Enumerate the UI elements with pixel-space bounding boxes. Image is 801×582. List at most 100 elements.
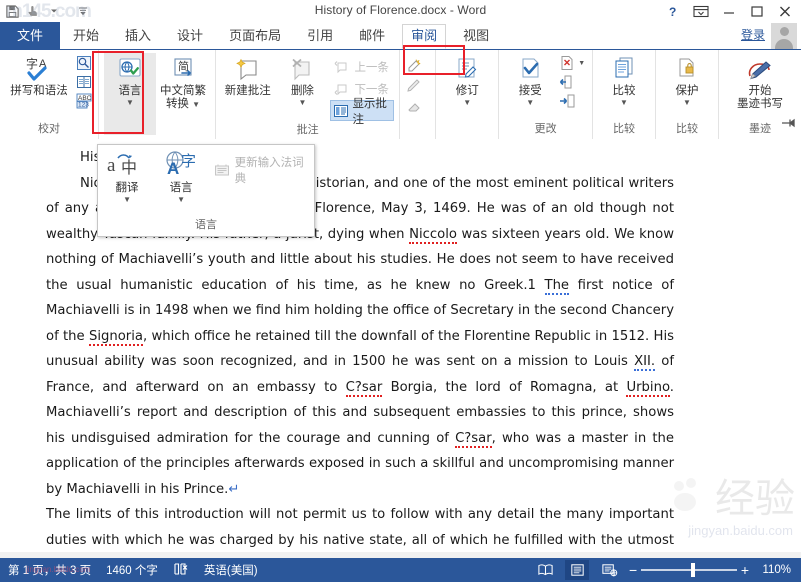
zoom-handle[interactable]	[690, 563, 695, 577]
ink-pen-icon[interactable]	[405, 76, 423, 94]
reject-icon[interactable]	[558, 54, 576, 72]
word-window: History of Florence.docx - Word ? 文件 开始 …	[0, 0, 801, 582]
print-layout-button[interactable]	[565, 560, 589, 580]
svg-text:a: a	[107, 155, 116, 176]
ribbon-display-options-icon[interactable]	[687, 2, 715, 20]
close-icon[interactable]	[771, 2, 799, 20]
language-menu-item[interactable]: A 字 语言 ▼	[160, 149, 202, 204]
svg-text:123: 123	[78, 102, 89, 109]
translate-menu-label: 翻译	[115, 182, 139, 194]
track-changes-button[interactable]: 修订 ▼	[441, 53, 493, 108]
track-changes-caret-icon[interactable]: ▼	[463, 99, 471, 107]
word-count-icon[interactable]: ABC 123	[75, 92, 93, 110]
new-comment-button[interactable]: 新建批注	[221, 53, 274, 100]
language-dropdown-menu[interactable]: a 中 翻译 ▼ A 字 语言 ▼ 更新输入法词典 语言	[97, 144, 315, 237]
chinese-conversion-label2: 转换 ▼	[165, 98, 201, 110]
language-button-caret-icon[interactable]: ▼	[126, 99, 134, 107]
tab-view[interactable]: 视图	[450, 22, 502, 49]
next-change-icon[interactable]	[558, 92, 576, 110]
dropdown-group-label: 语言	[195, 219, 217, 231]
previous-comment-button: 上一条	[330, 56, 394, 77]
define-icon[interactable]	[75, 54, 93, 72]
track-changes-label: 修订	[455, 85, 479, 97]
ribbon-group-protect: 保护 ▼ 比较	[656, 50, 719, 139]
accept-caret-icon[interactable]: ▼	[526, 99, 534, 107]
ink-eraser-icon[interactable]	[405, 97, 423, 115]
start-inking-button[interactable]: 开始 墨迹书写	[724, 53, 796, 113]
ime-dictionary-icon	[214, 161, 230, 179]
accept-label: 接受	[518, 85, 542, 97]
zoom-in-button[interactable]: +	[741, 563, 749, 577]
read-mode-button[interactable]	[533, 560, 557, 580]
tab-file[interactable]: 文件	[0, 22, 61, 49]
reject-caret-icon[interactable]: ▼	[578, 60, 585, 67]
accept-button[interactable]: 接受 ▼	[504, 53, 556, 108]
help-icon[interactable]: ?	[659, 2, 687, 20]
zoom-slider[interactable]: − +	[629, 563, 749, 577]
zoom-track[interactable]	[641, 563, 737, 577]
translate-a-chinese-icon: a 中	[106, 149, 148, 179]
word-count[interactable]: 1460 个字	[106, 562, 158, 578]
delete-comment-caret-icon[interactable]: ▼	[298, 99, 306, 107]
compare-caret-icon[interactable]: ▼	[620, 99, 628, 107]
protect-caret-icon[interactable]: ▼	[683, 99, 691, 107]
translate-menu-item[interactable]: a 中 翻译 ▼	[106, 149, 148, 204]
svg-text:中: 中	[121, 158, 137, 177]
compare-docs-icon	[609, 55, 639, 85]
new-comment-icon	[233, 55, 263, 85]
ribbon-group-proofing: 字 A 拼写和语法 ABC 123 校对	[0, 50, 99, 139]
tab-design[interactable]: 设计	[164, 22, 216, 49]
spelling-grammar-label: 拼写和语法	[10, 85, 68, 97]
web-layout-button[interactable]	[597, 560, 621, 580]
show-comments-button[interactable]: 显示批注	[330, 98, 395, 126]
minimize-icon[interactable]	[715, 2, 743, 20]
status-bar: 第 1 页，共 3 页 1460 个字 英语(美国) − + 110%	[0, 558, 801, 582]
language-button[interactable]: 语言 ▼	[104, 53, 156, 135]
maximize-icon[interactable]	[743, 2, 771, 20]
misspelled-word: C?sar	[345, 379, 383, 397]
watermark-url: jingyan.baidu.com	[688, 523, 793, 538]
new-comment-label: 新建批注	[224, 85, 271, 97]
misspelled-word: Signoria	[88, 328, 143, 346]
misspelled-word: C?sar	[455, 430, 492, 448]
chinese-conversion-button[interactable]: 简 中文简繁 转换 ▼	[156, 53, 210, 113]
start-inking-label: 开始	[748, 85, 772, 97]
collapse-ribbon-pin-icon[interactable]	[781, 116, 795, 134]
tab-home[interactable]: 开始	[60, 22, 112, 49]
grammar-flagged-word: The	[544, 277, 570, 295]
grammar-flagged-word: XII.	[634, 354, 656, 371]
watermark-top: m145.com	[6, 1, 92, 22]
group-label-compare: 比较	[613, 123, 635, 135]
delete-comment-label: 删除	[290, 85, 314, 97]
delete-comment-button[interactable]: 删除 ▼	[276, 53, 328, 108]
tab-mailings[interactable]: 邮件	[346, 22, 398, 49]
avatar[interactable]	[771, 23, 797, 49]
ribbon: 字 A 拼写和语法 ABC 123 校对 语言 ▼ 简 中文简繁 转换 ▼ 新建…	[0, 50, 801, 140]
track-changes-icon	[452, 55, 482, 85]
ink-highlight-icon[interactable]	[405, 55, 423, 73]
tab-review[interactable]: 审阅	[398, 22, 450, 49]
document-paragraph-2: The limits of this introduction will not…	[46, 502, 674, 554]
misspelled-word: Niccolo	[409, 226, 457, 244]
proofing-status-icon[interactable]	[173, 562, 189, 579]
translate-caret-icon[interactable]: ▼	[123, 196, 131, 204]
group-label-protect: 比较	[676, 123, 698, 135]
language-menu-caret-icon[interactable]: ▼	[177, 196, 185, 204]
protect-lock-icon	[672, 55, 702, 85]
language-status[interactable]: 英语(美国)	[204, 562, 258, 578]
tab-page-layout[interactable]: 页面布局	[216, 22, 294, 49]
zoom-out-button[interactable]: −	[629, 563, 637, 577]
zoom-level[interactable]: 110%	[757, 564, 791, 576]
thesaurus-icon[interactable]	[75, 73, 93, 91]
sign-in-link[interactable]: 登录	[741, 26, 765, 43]
spelling-grammar-button[interactable]: 字 A 拼写和语法	[5, 53, 73, 100]
protect-button[interactable]: 保护 ▼	[661, 53, 713, 108]
tab-insert[interactable]: 插入	[112, 22, 164, 49]
svg-text:字: 字	[181, 152, 196, 170]
tab-references[interactable]: 引用	[294, 22, 346, 49]
previous-change-icon[interactable]	[558, 73, 576, 91]
language-globe-icon	[116, 55, 144, 85]
compare-button[interactable]: 比较 ▼	[598, 53, 650, 108]
previous-comment-label: 上一条	[354, 61, 389, 74]
group-label-proofing: 校对	[38, 123, 60, 135]
